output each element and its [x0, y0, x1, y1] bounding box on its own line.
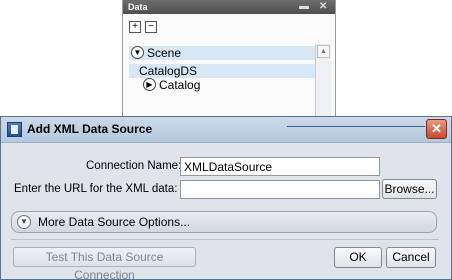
- tree-item-label: CatalogDS: [139, 64, 198, 78]
- ok-button[interactable]: OK: [334, 247, 382, 268]
- titlebar-divider: [287, 126, 425, 127]
- data-source-icon: [7, 122, 22, 137]
- scroll-up-icon[interactable]: ▲: [317, 45, 330, 58]
- tree-item-label: Catalog: [159, 78, 201, 92]
- url-label: Enter the URL for the XML data:: [14, 183, 178, 195]
- test-connection-button[interactable]: Test This Data Source Connection: [13, 247, 196, 280]
- more-options-label: More Data Source Options...: [38, 215, 191, 229]
- data-tree: ▼ Scene CatalogDS ▶ Catalog: [129, 44, 315, 118]
- url-field[interactable]: [180, 180, 380, 199]
- minimize-icon[interactable]: ▬: [299, 0, 309, 14]
- tree-item-label: Scene: [147, 46, 182, 60]
- dialog-titlebar: Add XML Data Source ✕: [1, 117, 451, 143]
- browse-button[interactable]: Browse...: [382, 179, 437, 199]
- connection-name-label: Connection Name:: [86, 160, 182, 172]
- tree-scrollbar[interactable]: ▲: [315, 44, 331, 120]
- remove-icon[interactable]: −: [145, 21, 157, 33]
- panel-toolbar: + −: [123, 14, 335, 38]
- expand-icon[interactable]: ▶: [143, 78, 156, 91]
- tree-item-catalog[interactable]: ▶ Catalog: [129, 78, 315, 92]
- data-panel: Data ▬ ✕ + − ▼ Scene CatalogDS ▶ Catalog…: [122, 0, 336, 120]
- collapse-icon[interactable]: ▼: [131, 46, 144, 59]
- tree-item-catalogds[interactable]: CatalogDS: [129, 64, 315, 78]
- more-options-expander[interactable]: ▼ More Data Source Options...: [11, 211, 437, 233]
- connection-name-field[interactable]: [180, 157, 380, 176]
- panel-title: Data: [128, 2, 148, 12]
- chevron-down-icon: ▼: [17, 215, 31, 229]
- dialog-title: Add XML Data Source: [27, 122, 153, 136]
- divider: [11, 239, 439, 240]
- close-icon[interactable]: ✕: [319, 0, 327, 14]
- panel-header: Data ▬ ✕: [123, 0, 335, 14]
- add-xml-data-source-dialog: Add XML Data Source ✕ Connection Name: E…: [0, 116, 452, 280]
- tree-item-scene[interactable]: ▼ Scene: [129, 46, 315, 60]
- close-button[interactable]: ✕: [426, 119, 447, 139]
- add-icon[interactable]: +: [129, 21, 141, 33]
- cancel-button[interactable]: Cancel: [386, 247, 436, 268]
